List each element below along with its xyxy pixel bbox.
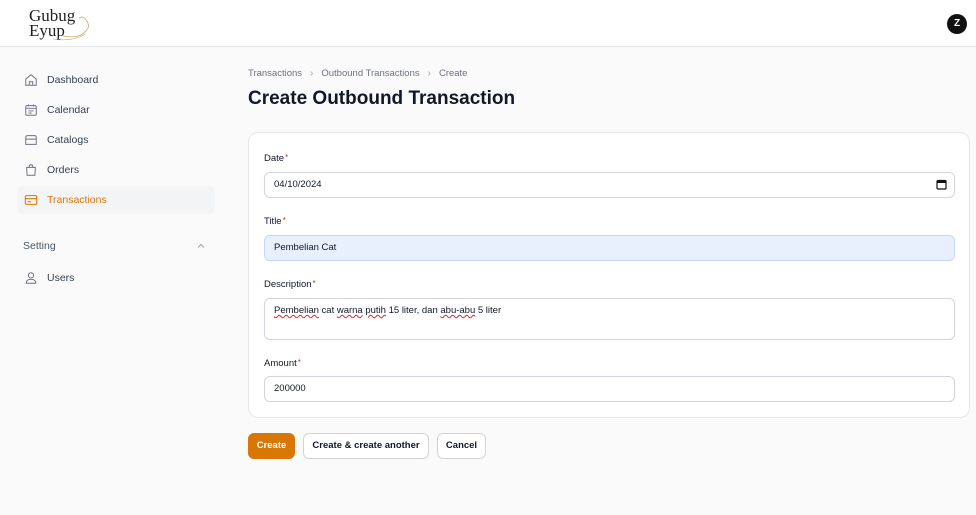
required-marker: *	[312, 279, 316, 288]
home-icon	[25, 74, 37, 86]
breadcrumb: Transactions › Outbound Transactions › C…	[248, 68, 467, 79]
sidebar-item-label: Users	[47, 272, 75, 284]
title-label-text: Title	[264, 216, 282, 227]
sidebar-item-label: Catalogs	[47, 134, 89, 146]
description-word: putih	[365, 305, 386, 316]
date-label-text: Date	[264, 153, 285, 164]
breadcrumb-transactions[interactable]: Transactions	[248, 68, 302, 79]
title-label: Title*	[264, 216, 286, 227]
description-word: abu-abu	[440, 305, 476, 316]
chevron-right-icon: ›	[427, 68, 431, 79]
description-text: 5 liter	[475, 305, 502, 316]
amount-label: Amount*	[264, 358, 301, 369]
amount-label-text: Amount	[264, 358, 297, 369]
sidebar-item-orders[interactable]: Orders	[17, 156, 215, 184]
sidebar-item-transactions[interactable]: Transactions	[17, 186, 215, 214]
create-another-button[interactable]: Create & create another	[303, 433, 429, 459]
sidebar-item-label: Calendar	[47, 104, 90, 116]
description-field[interactable]: Pembelian cat warna putih 15 liter, dan …	[264, 298, 955, 340]
sidebar-nav: Dashboard Calendar Catalogs Orders Trans…	[17, 66, 215, 216]
sidebar-item-catalogs[interactable]: Catalogs	[17, 126, 215, 154]
title-field[interactable]: Pembelian Cat	[264, 235, 955, 261]
required-marker: *	[282, 216, 286, 225]
date-value: 04/10/2024	[274, 179, 322, 190]
title-value: Pembelian Cat	[274, 242, 337, 253]
description-text: 15 liter, dan	[385, 305, 441, 316]
top-bar: Gubug Eyup Z	[0, 0, 976, 47]
user-icon	[25, 272, 37, 284]
sidebar-item-label: Transactions	[47, 194, 107, 206]
logo-text: Gubug Eyup	[29, 6, 76, 40]
description-label-text: Description	[264, 279, 312, 290]
sidebar-item-label: Dashboard	[47, 74, 99, 86]
sidebar-item-users[interactable]: Users	[17, 264, 215, 292]
chevron-up-icon[interactable]	[197, 242, 205, 250]
calendar-picker-icon[interactable]	[936, 179, 947, 190]
folder-icon	[25, 135, 37, 145]
sidebar-item-calendar[interactable]: Calendar	[17, 96, 215, 124]
create-button[interactable]: Create	[248, 433, 295, 459]
breadcrumb-outbound-transactions[interactable]: Outbound Transactions	[321, 68, 419, 79]
page-title: Create Outbound Transaction	[248, 88, 516, 109]
description-text: cat	[318, 305, 337, 316]
description-label: Description*	[264, 279, 316, 290]
required-marker: *	[297, 358, 301, 367]
required-marker: *	[285, 153, 289, 162]
sidebar-group-setting[interactable]: Setting	[23, 240, 213, 256]
breadcrumb-create: Create	[438, 68, 468, 79]
amount-field[interactable]: 200000	[264, 376, 955, 402]
shopping-bag-icon	[26, 164, 36, 176]
brand-logo[interactable]: Gubug Eyup	[23, 6, 93, 42]
sidebar-group-label: Setting	[23, 240, 56, 252]
sidebar-users-wrapper: Users	[17, 264, 215, 294]
date-label: Date*	[264, 153, 288, 164]
user-avatar[interactable]: Z	[947, 14, 967, 34]
cancel-button[interactable]: Cancel	[437, 433, 486, 459]
form-card: Date* 04/10/2024 Title* Pembelian Cat De…	[248, 132, 970, 418]
chevron-right-icon: ›	[310, 68, 314, 79]
credit-card-icon	[24, 195, 38, 205]
description-word: Pembelian	[274, 305, 319, 316]
sidebar-item-dashboard[interactable]: Dashboard	[17, 66, 215, 94]
description-word: warna	[336, 305, 363, 316]
calendar-icon	[25, 104, 37, 116]
date-field[interactable]: 04/10/2024	[264, 172, 955, 198]
amount-value: 200000	[274, 383, 306, 394]
sidebar-item-label: Orders	[47, 164, 80, 176]
